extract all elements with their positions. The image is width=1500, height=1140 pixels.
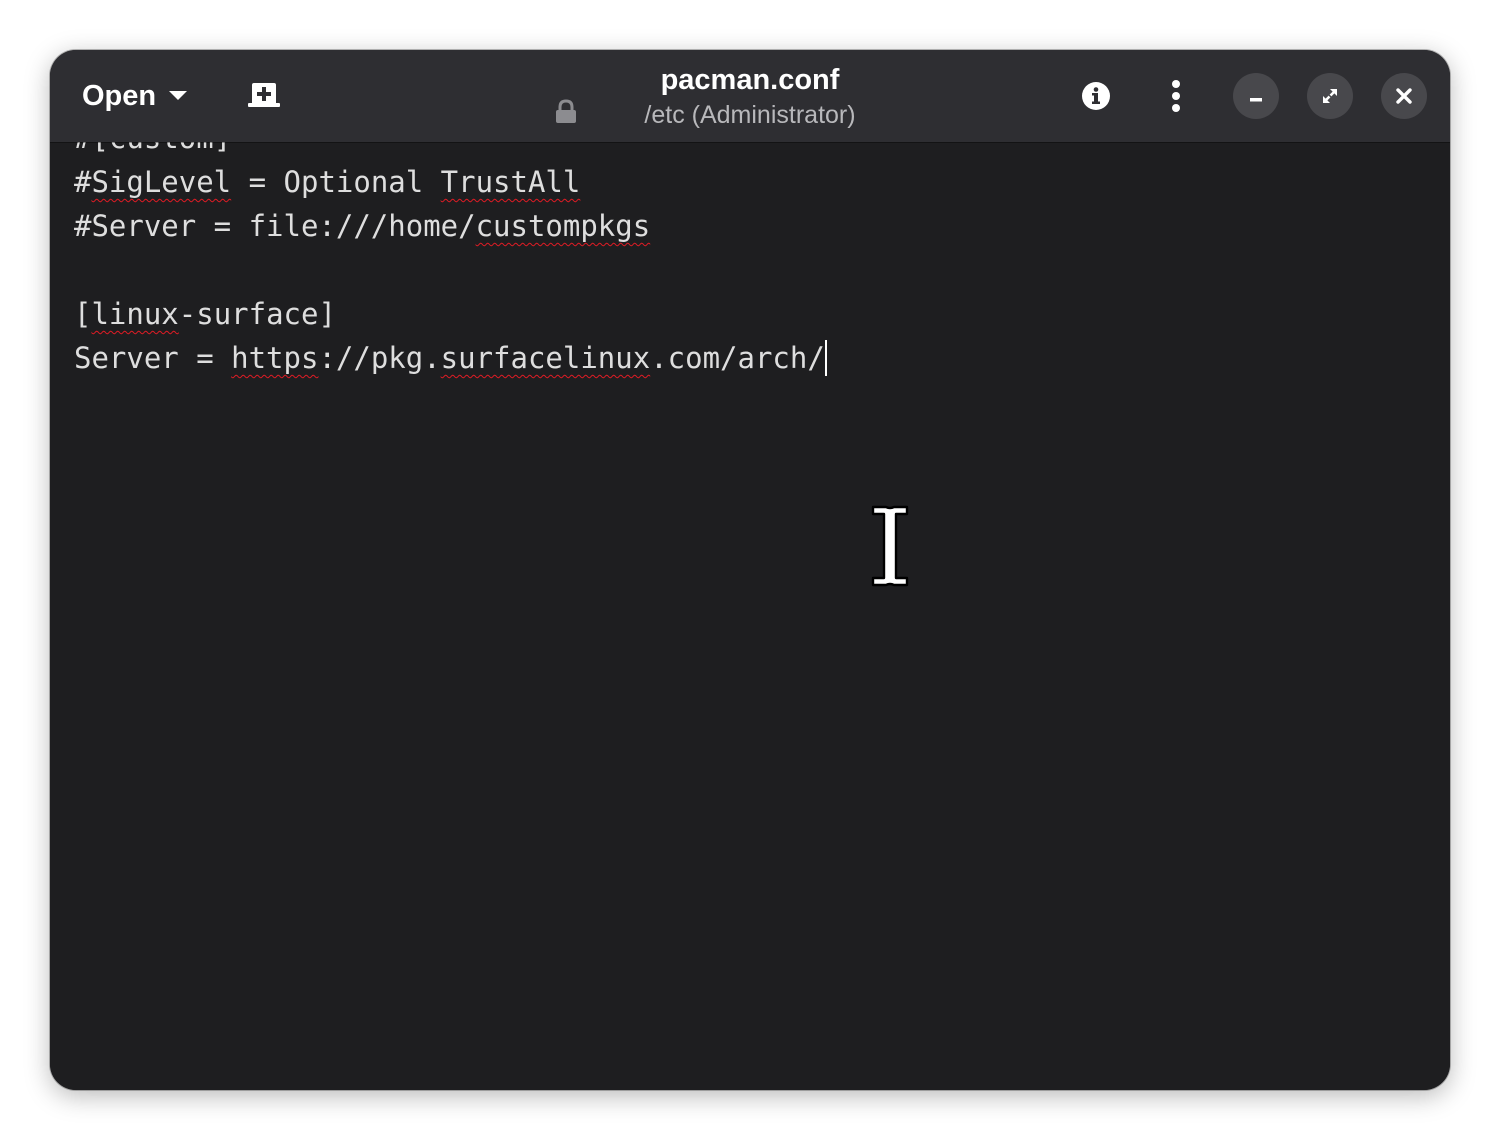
- info-icon: [1082, 82, 1110, 110]
- code-text: #: [74, 165, 92, 199]
- open-label: Open: [82, 79, 157, 112]
- text-caret: [824, 340, 827, 376]
- code-text: Server =: [74, 341, 232, 375]
- code-line: #SigLevel = Optional TrustAll: [74, 160, 827, 204]
- misspelled-word: TrustAll: [440, 165, 581, 199]
- maximize-icon: [1323, 89, 1337, 103]
- code-line: Server = https://pkg.surfacelinux.com/ar…: [74, 336, 827, 380]
- document-path: /etc (Administrator): [644, 101, 856, 129]
- misspelled-word: SigLevel: [91, 165, 232, 199]
- code-text: = Optional: [231, 165, 441, 199]
- misspelled-word: linux: [91, 297, 179, 331]
- misspelled-word: custompkgs: [475, 209, 651, 243]
- document-title: pacman.conf: [660, 64, 840, 96]
- code-line: #Server = file:///home/custompkgs: [74, 204, 827, 248]
- document-info-button[interactable]: [1072, 72, 1120, 120]
- new-tab-button[interactable]: [240, 74, 288, 118]
- misspelled-word: https: [231, 341, 319, 375]
- code-text: -surface]: [178, 297, 336, 331]
- editor-window: Open pacman.conf /etc (Administrator) #S…: [50, 50, 1450, 1090]
- code-text: ://pkg.: [318, 341, 441, 375]
- minimize-icon: [1250, 98, 1262, 102]
- close-button[interactable]: [1381, 73, 1427, 119]
- open-button[interactable]: Open: [72, 72, 198, 120]
- code-text: [: [74, 297, 92, 331]
- code-line: [linux-surface]: [74, 292, 827, 336]
- document-text: #[custom]#SigLevel = Optional TrustAll#S…: [74, 142, 827, 380]
- code-text: #[: [74, 142, 109, 155]
- code-text: .com/arch/: [650, 341, 825, 375]
- main-menu-button[interactable]: [1152, 72, 1200, 120]
- text-editor-area[interactable]: #[custom]#SigLevel = Optional TrustAll#S…: [50, 142, 1450, 1090]
- header-bar: Open pacman.conf /etc (Administrator): [50, 50, 1450, 142]
- code-line: #[custom]: [74, 142, 827, 160]
- text-cursor-icon: [871, 505, 909, 587]
- minimize-button[interactable]: [1233, 73, 1279, 119]
- code-text: ]: [214, 142, 231, 155]
- chevron-down-icon: [169, 91, 188, 100]
- maximize-button[interactable]: [1307, 73, 1353, 119]
- code-text: #Server = file:///home/: [74, 209, 476, 243]
- vertical-dots-icon: [1172, 80, 1180, 112]
- misspelled-word: surfacelinux: [440, 341, 651, 375]
- code-text: custom: [109, 142, 214, 155]
- title-block: pacman.conf /etc (Administrator): [550, 60, 950, 130]
- close-icon: [1396, 88, 1412, 104]
- new-tab-icon: [248, 83, 280, 107]
